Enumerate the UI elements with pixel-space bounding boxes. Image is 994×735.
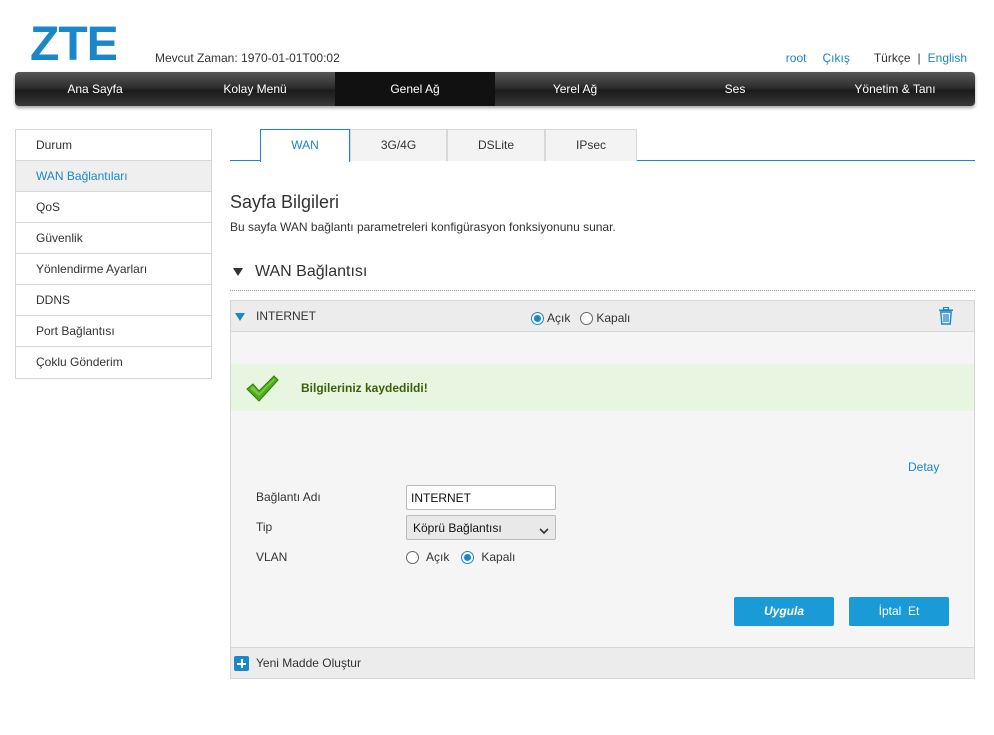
nav-lan[interactable]: Yerel Ağ bbox=[495, 72, 655, 106]
nav-easy-menu[interactable]: Kolay Menü bbox=[175, 72, 335, 106]
trash-icon[interactable] bbox=[938, 306, 954, 325]
page-title: Sayfa Bilgileri bbox=[230, 192, 340, 212]
type-select-value: Köprü Bağlantısı bbox=[413, 521, 502, 535]
top-links: root Çıkış Türkçe | English bbox=[786, 51, 967, 65]
tab-wan[interactable]: WAN bbox=[260, 129, 350, 162]
cancel-button[interactable]: İptal Et bbox=[849, 597, 949, 626]
sidebar-item-port-binding[interactable]: Port Bağlantısı bbox=[16, 316, 211, 347]
enable-on-label: Açık bbox=[547, 311, 571, 325]
add-new-item-link[interactable]: Yeni Madde Oluştur bbox=[256, 656, 361, 670]
enable-off-label: Kapalı bbox=[596, 311, 631, 325]
success-banner: Bilgileriniz kaydedildi! bbox=[231, 364, 974, 411]
type-label: Tip bbox=[256, 520, 273, 534]
main-nav: Ana Sayfa Kolay Menü Genel Ağ Yerel Ağ S… bbox=[15, 72, 975, 106]
chevron-down-icon bbox=[539, 524, 549, 538]
triangle-down-icon bbox=[233, 268, 243, 276]
lang-english-link[interactable]: English bbox=[928, 51, 967, 65]
sidebar-item-qos[interactable]: QoS bbox=[16, 192, 211, 223]
connection-name-label: Bağlantı Adı bbox=[256, 490, 321, 504]
tab-dslite[interactable]: DSLite bbox=[447, 129, 545, 161]
sidebar-item-security[interactable]: Güvenlik bbox=[16, 223, 211, 254]
panel-header: INTERNET Açık Kapalı bbox=[231, 301, 974, 332]
detail-link[interactable]: Detay bbox=[908, 460, 939, 474]
tab-ipsec[interactable]: IPsec bbox=[545, 129, 637, 161]
zte-logo: ZTE bbox=[30, 18, 116, 66]
vlan-off-label: Kapalı bbox=[481, 550, 516, 564]
apply-button[interactable]: Uygula bbox=[734, 597, 834, 626]
connection-name: INTERNET bbox=[256, 309, 316, 323]
collapse-triangle-icon[interactable] bbox=[235, 313, 245, 321]
lang-separator: | bbox=[917, 51, 921, 65]
current-time: Mevcut Zaman: 1970-01-01T00:02 bbox=[155, 51, 340, 65]
nav-management[interactable]: Yönetim & Tanı bbox=[815, 72, 975, 106]
section-title: WAN Bağlantısı bbox=[255, 263, 368, 280]
section-header[interactable]: WAN Bağlantısı bbox=[230, 261, 975, 291]
vlan-label: VLAN bbox=[256, 550, 288, 564]
nav-home[interactable]: Ana Sayfa bbox=[15, 72, 175, 106]
tab-3g-4g[interactable]: 3G/4G bbox=[350, 129, 447, 161]
logout-link[interactable]: Çıkış bbox=[822, 51, 849, 65]
type-select[interactable]: Köprü Bağlantısı bbox=[406, 515, 556, 540]
sidebar-item-ddns[interactable]: DDNS bbox=[16, 285, 211, 316]
vlan-off-radio[interactable] bbox=[461, 550, 475, 564]
enable-off-radio[interactable] bbox=[580, 311, 594, 325]
enable-radio-group: Açık Kapalı bbox=[531, 311, 630, 325]
user-link[interactable]: root bbox=[786, 51, 807, 65]
plus-icon[interactable] bbox=[234, 656, 249, 671]
panel-footer: Yeni Madde Oluştur bbox=[231, 647, 974, 678]
vlan-radio-group: Açık Kapalı bbox=[406, 550, 515, 564]
nav-voice[interactable]: Ses bbox=[655, 72, 815, 106]
enable-on-radio[interactable] bbox=[531, 311, 544, 325]
svg-text:ZTE: ZTE bbox=[30, 18, 116, 66]
vlan-on-label: Açık bbox=[426, 550, 450, 564]
tab-bar: WAN 3G/4G DSLite IPsec bbox=[230, 129, 975, 162]
page-description: Bu sayfa WAN bağlantı parametreleri konf… bbox=[230, 220, 616, 234]
nav-wan[interactable]: Genel Ağ bbox=[335, 72, 495, 106]
connection-name-input[interactable] bbox=[406, 485, 556, 510]
success-message: Bilgileriniz kaydedildi! bbox=[301, 381, 428, 395]
sidebar-item-status[interactable]: Durum bbox=[16, 130, 211, 161]
sidebar-item-routing[interactable]: Yönlendirme Ayarları bbox=[16, 254, 211, 285]
sidebar: Durum WAN Bağlantıları QoS Güvenlik Yönl… bbox=[15, 129, 212, 379]
sidebar-item-wan-connections[interactable]: WAN Bağlantıları bbox=[16, 161, 211, 192]
sidebar-item-multicast[interactable]: Çoklu Gönderim bbox=[16, 347, 211, 378]
vlan-on-radio[interactable] bbox=[406, 550, 419, 564]
lang-current: Türkçe bbox=[873, 51, 911, 65]
check-icon bbox=[245, 374, 279, 405]
wan-connection-panel: INTERNET Açık Kapalı Bilgileriniz kayded… bbox=[230, 300, 975, 679]
